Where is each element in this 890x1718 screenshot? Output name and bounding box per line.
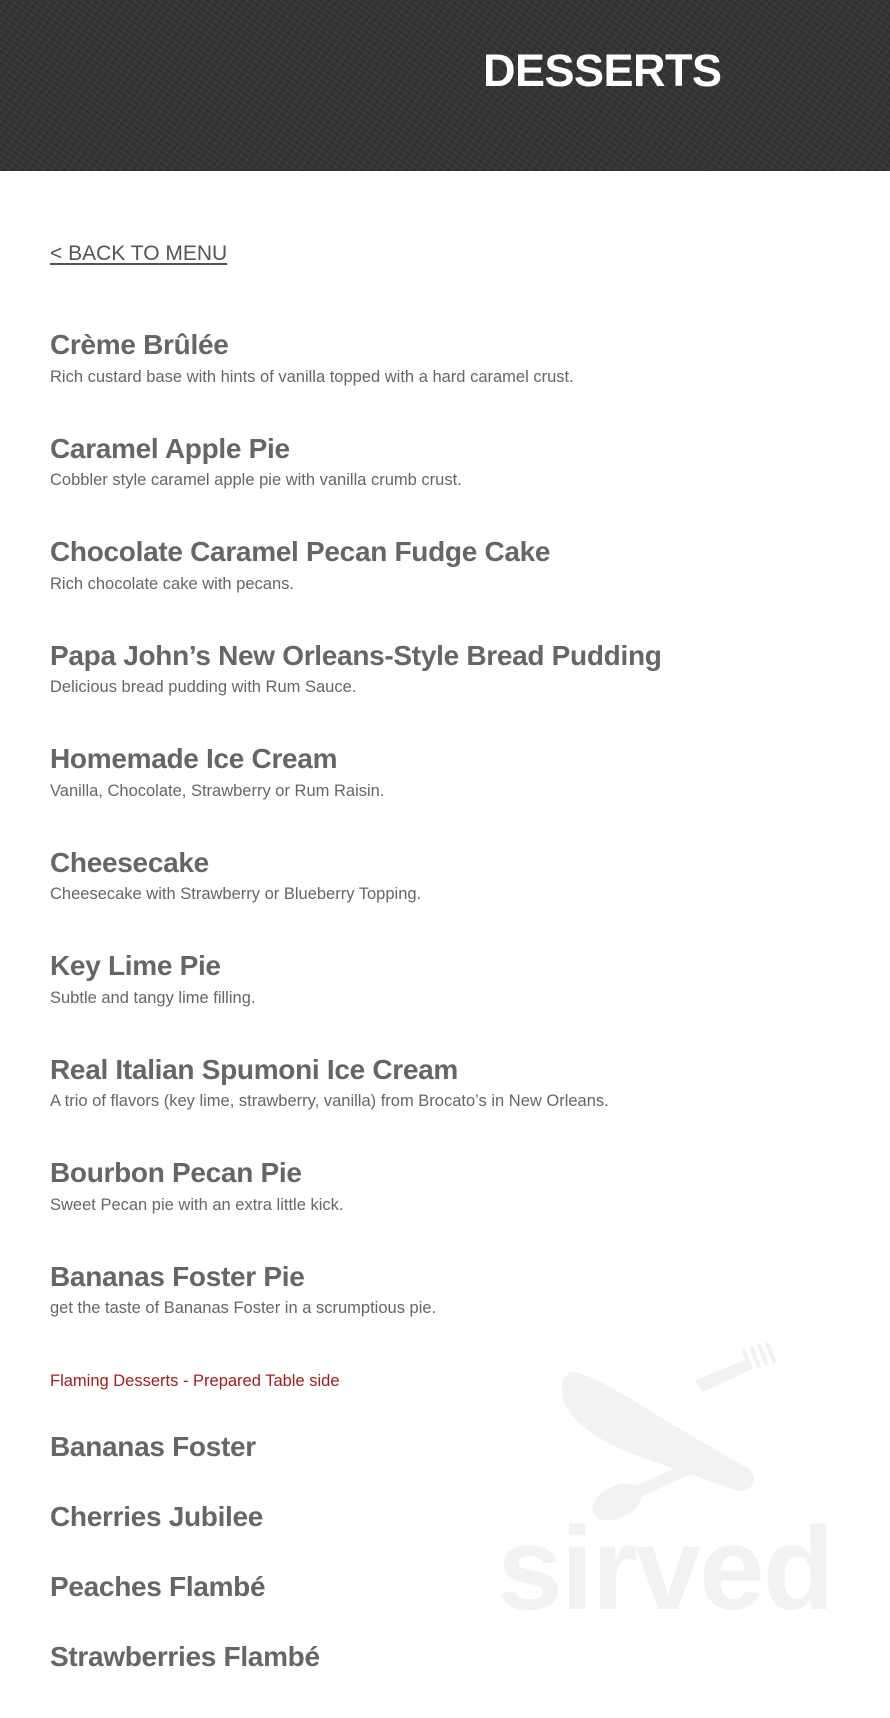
menu-item: Papa John’s New Orleans-Style Bread Pudd… (50, 639, 840, 743)
menu-item: Chocolate Caramel Pecan Fudge Cake Rich … (50, 535, 840, 639)
dessert-list: Crème Brûlée Rich custard base with hint… (50, 328, 840, 1363)
utensils-icon (561, 1342, 777, 1521)
flaming-item-name: Peaches Flambé (50, 1571, 266, 1602)
flaming-desserts-label: Flaming Desserts - Prepared Table side (50, 1372, 340, 1390)
menu-item: Caramel Apple Pie Cobbler style caramel … (50, 432, 840, 536)
menu-item: Cheesecake Cheesecake with Strawberry or… (50, 846, 840, 950)
page-title: DESSERTS (483, 45, 722, 96)
menu-item-description: Rich chocolate cake with pecans. (50, 574, 294, 593)
flaming-dessert-list: Bananas Foster Cherries Jubilee Peaches … (50, 1430, 550, 1710)
menu-item: Bourbon Pecan Pie Sweet Pecan pie with a… (50, 1156, 840, 1260)
menu-item: Homemade Ice Cream Vanilla, Chocolate, S… (50, 742, 840, 846)
menu-item: Key Lime Pie Subtle and tangy lime filli… (50, 949, 840, 1053)
menu-item: Bananas Foster Pie get the taste of Bana… (50, 1260, 840, 1364)
flaming-item-name: Cherries Jubilee (50, 1501, 264, 1532)
menu-item-name: Homemade Ice Cream (50, 743, 338, 774)
menu-item-name: Cheesecake (50, 846, 209, 878)
flaming-item-name: Strawberries Flambé (50, 1641, 320, 1672)
menu-item-name: Chocolate Caramel Pecan Fudge Cake (50, 536, 551, 567)
menu-item-description: get the taste of Bananas Foster in a scr… (50, 1299, 437, 1318)
back-to-menu-link[interactable]: < BACK TO MENU (50, 243, 227, 264)
menu-item-name: Real Italian Spumoni Ice Cream (50, 1053, 459, 1085)
page-header: DESSERTS (0, 0, 890, 171)
menu-item-description: Sweet Pecan pie with an extra little kic… (50, 1195, 344, 1214)
menu-item-description: Rich custard base with hints of vanilla … (50, 367, 574, 386)
menu-item-description: Subtle and tangy lime filling. (50, 988, 256, 1007)
menu-item-description: Delicious bread pudding with Rum Sauce. (50, 678, 357, 697)
menu-item-name: Papa John’s New Orleans-Style Bread Pudd… (50, 639, 662, 671)
menu-item-name: Key Lime Pie (50, 950, 221, 981)
menu-item: Real Italian Spumoni Ice Cream A trio of… (50, 1053, 840, 1157)
menu-item-description: Cheesecake with Strawberry or Blueberry … (50, 885, 422, 904)
menu-item-name: Bourbon Pecan Pie (50, 1157, 302, 1188)
menu-item-description: Cobbler style caramel apple pie with van… (50, 471, 462, 490)
menu-item-description: Vanilla, Chocolate, Strawberry or Rum Ra… (50, 781, 385, 800)
menu-item-name: Bananas Foster Pie (50, 1260, 305, 1292)
menu-item-name: Caramel Apple Pie (50, 432, 290, 464)
menu-item-name: Crème Brûlée (50, 329, 229, 360)
menu-item: Crème Brûlée Rich custard base with hint… (50, 328, 840, 432)
flaming-item-name: Bananas Foster (50, 1431, 256, 1462)
menu-item-description: A trio of flavors (key lime, strawberry,… (50, 1092, 609, 1111)
